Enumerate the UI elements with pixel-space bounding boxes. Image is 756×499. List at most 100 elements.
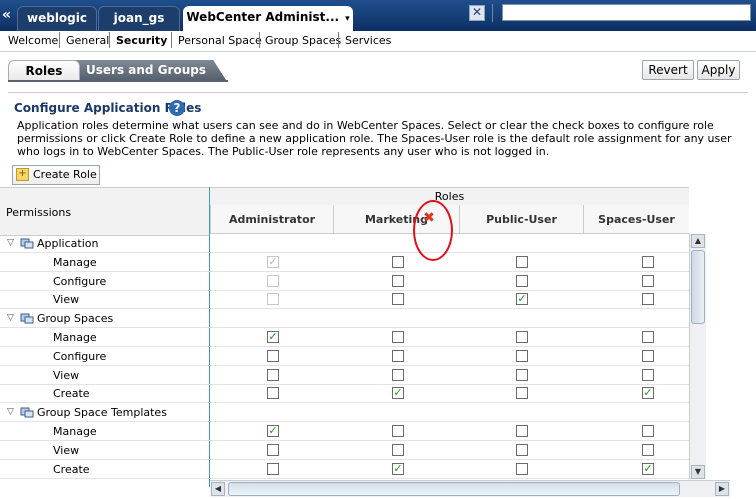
permission-checkbox[interactable] [392,274,404,287]
permission-checkbox[interactable] [642,443,654,456]
permission-checkbox[interactable] [392,368,404,381]
permission-label: View [53,368,80,382]
role-header-public-user[interactable]: Public-User [459,205,583,234]
permission-checkbox[interactable]: ✓ [642,387,654,400]
permission-label: View [53,293,80,307]
annotation-circle [413,200,453,261]
group-label: Group Space Templates [37,406,167,420]
permission-checkbox[interactable] [392,443,404,456]
role-header-administrator[interactable]: Administrator [210,205,333,234]
back-arrow-icon[interactable]: « [2,8,14,22]
permission-label: View [53,443,80,457]
permission-checkbox[interactable] [516,425,528,437]
permission-checkbox[interactable] [642,349,654,362]
toolbar-divider [492,4,493,22]
permission-checkbox[interactable]: ✓ [267,425,279,437]
permission-label: Manage [53,331,97,344]
scroll-up-icon[interactable]: ▲ [691,234,705,248]
expand-toggle-icon[interactable]: ▽ [7,407,14,417]
tab-label: weblogic [27,11,87,25]
scroll-right-icon[interactable]: ▶ [715,482,729,496]
permission-checkbox[interactable]: ✓ [642,462,654,475]
permission-checkbox[interactable] [516,331,528,343]
permission-checkbox[interactable] [392,425,404,437]
permission-checkbox[interactable] [267,443,279,456]
permission-label: Configure [53,274,107,288]
tab-users-and-groups[interactable]: Users and Groups [66,60,226,80]
tab-webcenter-admin[interactable]: WebCenter Administ... ▾ [183,6,353,31]
nav-item-welcome[interactable]: Welcome [8,34,58,47]
permission-checkbox[interactable] [392,293,404,306]
nav-item-general[interactable]: General [66,34,109,47]
permissions-column-header: Permissions [0,187,210,236]
permission-checkbox[interactable] [516,387,528,400]
help-icon[interactable]: ? [169,100,185,116]
permission-checkbox[interactable]: ✓ [392,387,404,400]
top-bar: « weblogic joan_gs WebCenter Administ...… [0,0,756,31]
role-header-spaces-user[interactable]: Spaces-User [583,205,689,234]
expand-toggle-icon[interactable]: ▽ [7,313,14,323]
permissions-header-label: Permissions [6,206,72,219]
permission-checkbox: ✓ [267,254,279,268]
section-description: Application roles determine what users c… [17,119,732,158]
permission-checkbox[interactable] [642,255,654,268]
tab-weblogic[interactable]: weblogic [17,6,97,31]
group-icon [20,406,34,418]
permission-checkbox[interactable] [267,368,279,381]
permission-checkbox[interactable] [392,331,404,343]
tab-label: WebCenter Administ... [186,10,340,24]
horizontal-scrollbar[interactable]: ◀ ▶ [210,480,730,497]
close-icon[interactable]: ✕ [469,5,485,21]
group-row: ▽ Group Spaces [0,309,689,329]
permission-checkbox[interactable] [392,349,404,362]
permission-checkbox [267,293,279,306]
permission-checkbox[interactable] [392,255,404,268]
permission-checkbox[interactable] [516,274,528,287]
table-row: Configure [0,272,689,291]
create-role-label: Create Role [33,168,97,181]
permission-label: Configure [53,349,107,363]
search-input[interactable] [502,4,751,21]
scroll-thumb[interactable] [691,250,705,324]
scroll-thumb[interactable] [228,482,680,496]
group-icon [20,237,34,249]
permission-checkbox[interactable]: ✓ [392,462,404,475]
nav-separator [59,32,60,48]
nav-item-security[interactable]: Security [116,34,167,47]
expand-toggle-icon[interactable]: ▽ [7,238,14,248]
permission-checkbox[interactable] [642,331,654,343]
permission-checkbox[interactable] [516,255,528,268]
create-role-button[interactable]: + Create Role [12,165,100,185]
permission-checkbox[interactable] [267,462,279,475]
nav-item-services[interactable]: Services [345,34,391,47]
scroll-down-icon[interactable]: ▼ [691,465,705,479]
permission-label: Manage [53,255,97,269]
permission-checkbox[interactable] [516,443,528,456]
scroll-left-icon[interactable]: ◀ [211,482,225,496]
permission-checkbox[interactable] [642,274,654,287]
group-row: ▽ Application [0,234,689,253]
tab-roles[interactable]: Roles [8,60,80,81]
chevron-down-icon[interactable]: ▾ [345,14,350,24]
permission-checkbox[interactable] [516,462,528,475]
tab-label: joan_gs [113,11,165,25]
permission-checkbox[interactable] [267,387,279,400]
apply-button[interactable]: Apply [697,60,740,80]
permission-checkbox[interactable] [516,349,528,362]
permission-checkbox[interactable] [267,349,279,362]
nav-separator [338,32,339,48]
revert-button[interactable]: Revert [642,60,694,80]
permission-checkbox[interactable]: ✓ [267,331,279,343]
tab-joan-gs[interactable]: joan_gs [98,6,180,31]
table-row: Manage ✓ [0,422,689,441]
permission-label: Manage [53,425,97,438]
permission-checkbox[interactable] [642,368,654,381]
nav-item-group-spaces[interactable]: Group Spaces [265,34,341,47]
vertical-scrollbar[interactable]: ▲ ▼ [689,234,706,479]
nav-item-personal-space[interactable]: Personal Space [178,34,262,47]
permission-checkbox[interactable] [642,425,654,437]
permission-checkbox[interactable] [642,293,654,306]
permission-checkbox[interactable] [516,368,528,381]
permission-checkbox[interactable]: ✓ [516,293,528,306]
nav-separator [109,32,110,48]
